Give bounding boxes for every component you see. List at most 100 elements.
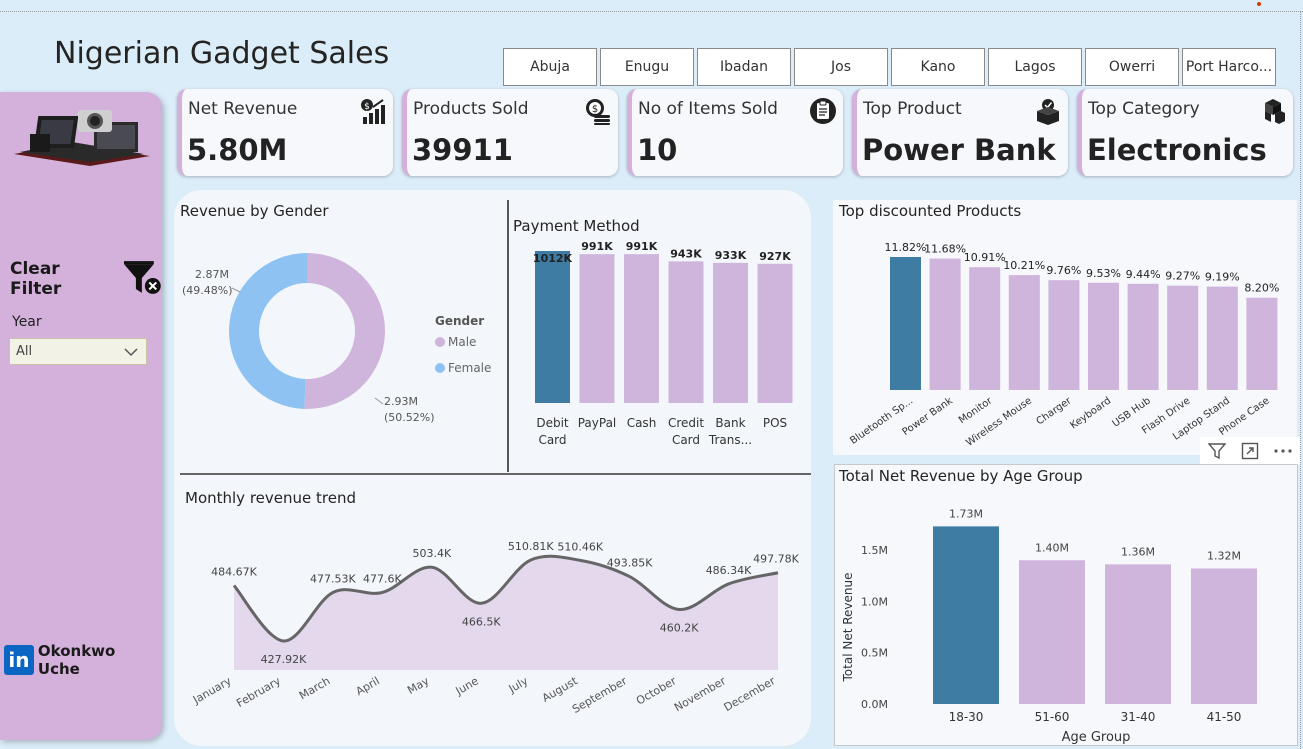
city-button-6[interactable]: Owerri <box>1085 48 1179 86</box>
payment-category-label-2-0: Cash <box>627 416 657 430</box>
month-axis-label-7: August <box>540 674 580 705</box>
age-category-label-2: 31-40 <box>1121 710 1156 724</box>
canvas-border-top <box>0 11 1303 12</box>
payment-bar-chart: 1012K Debit Card 991K PayPal 991K Cash 943K Cred… <box>533 240 793 447</box>
cubes-icon <box>1259 97 1287 129</box>
monthly-area-chart: 484.67K January 427.92K February 477.53K Marc… <box>190 540 800 716</box>
age-bar-1[interactable] <box>1019 560 1085 704</box>
discount-bar-8[interactable] <box>1206 286 1238 390</box>
age-chart-title: Total Net Revenue by Age Group <box>839 467 1083 485</box>
city-button-1[interactable]: Enugu <box>600 48 694 86</box>
revenue-chart-icon: $ <box>359 97 387 129</box>
kpi-card-products-sold: Products Sold 39911 $ <box>402 89 618 176</box>
age-bar-0[interactable] <box>933 526 999 704</box>
donut-slice-male[interactable] <box>304 253 385 409</box>
donut-slice-female[interactable] <box>228 253 307 409</box>
chevron-down-icon <box>124 347 138 356</box>
discount-data-label-1: 11.68% <box>924 243 966 256</box>
month-axis-label-6: July <box>506 674 531 696</box>
discount-bar-4[interactable] <box>1048 280 1080 390</box>
age-data-label-3: 1.32M <box>1207 549 1241 562</box>
gender-donut-chart: 2.93M (50.52%) 2.87M (49.48%) Gender Male Fema… <box>182 253 491 424</box>
city-button-2[interactable]: Ibadan <box>697 48 791 86</box>
trend-data-label-1: 427.92K <box>261 653 307 666</box>
coins-icon: $ <box>584 97 612 129</box>
svg-text:$: $ <box>364 102 370 112</box>
discount-bar-1[interactable] <box>929 258 961 390</box>
svg-text:$: $ <box>592 104 598 115</box>
kpi-card-top-category: Top Category Electronics <box>1077 89 1293 176</box>
kpi-label: Top Category <box>1088 99 1200 119</box>
payment-bar-4[interactable] <box>713 262 748 403</box>
city-button-3[interactable]: Jos <box>794 48 888 86</box>
discount-bar-6[interactable] <box>1127 283 1159 390</box>
discount-data-label-5: 9.53% <box>1086 267 1121 280</box>
payment-category-label-0-0: Debit <box>536 416 569 430</box>
trend-data-label-10: 486.34K <box>706 564 752 577</box>
filter-icon[interactable] <box>1204 438 1230 464</box>
product-box-icon <box>1034 97 1062 129</box>
kpi-label: Products Sold <box>413 99 529 119</box>
clear-filter-button[interactable]: Clear Filter <box>10 259 162 299</box>
trend-data-label-5: 466.5K <box>462 615 501 628</box>
trend-data-label-3: 477.6K <box>363 572 402 585</box>
discount-bar-3[interactable] <box>1008 275 1040 390</box>
kpi-label: Top Product <box>863 99 962 119</box>
monthly-chart-title: Monthly revenue trend <box>185 489 356 507</box>
year-label: Year <box>12 314 42 330</box>
payment-data-label-0: 1012K <box>533 252 573 265</box>
kpi-card-top-product: Top Product Power Bank <box>852 89 1068 176</box>
slice-label-female: 2.87M <box>195 268 229 281</box>
legend-title: Gender <box>435 314 484 328</box>
payment-bar-1[interactable] <box>579 254 615 403</box>
city-button-0[interactable]: Abuja <box>503 48 597 86</box>
payment-data-label-3: 943K <box>670 247 702 260</box>
trend-data-label-4: 503.4K <box>412 547 451 560</box>
age-category-label-1: 51-60 <box>1035 710 1070 724</box>
kpi-value: 39911 <box>412 133 513 167</box>
payment-bar-2[interactable] <box>624 254 659 403</box>
legend-label-male: Male <box>448 335 476 349</box>
age-bar-3[interactable] <box>1191 568 1257 704</box>
discount-bar-7[interactable] <box>1167 285 1199 390</box>
payment-bar-0[interactable] <box>535 251 570 403</box>
age-y-tick-3: 1.5M <box>861 544 888 557</box>
age-y-tick-1: 0.5M <box>861 647 888 660</box>
payment-bar-3[interactable] <box>668 261 704 403</box>
age-data-label-1: 1.40M <box>1035 541 1069 554</box>
discount-bar-2[interactable] <box>969 267 1001 390</box>
city-button-5[interactable]: Lagos <box>988 48 1082 86</box>
trend-data-label-2: 477.53K <box>310 573 356 586</box>
payment-bar-5[interactable] <box>757 263 793 403</box>
gender-chart-title: Revenue by Gender <box>180 202 329 220</box>
year-dropdown[interactable]: All <box>9 338 147 365</box>
discount-category-label-0: Bluetooth Sp... <box>848 395 915 446</box>
kpi-value: Power Bank <box>862 133 1056 167</box>
discount-bar-0[interactable] <box>890 257 921 390</box>
kpi-label: No of Items Sold <box>638 99 778 119</box>
city-button-4[interactable]: Kano <box>891 48 985 86</box>
discount-bar-5[interactable] <box>1088 282 1119 390</box>
age-data-label-0: 1.73M <box>949 507 983 520</box>
discount-bar-9[interactable] <box>1246 297 1278 390</box>
author-link[interactable]: in Okonkwo Uche <box>4 642 162 678</box>
trend-data-label-7: 510.46K <box>557 540 603 553</box>
focus-mode-icon[interactable] <box>1237 438 1263 464</box>
gadgets-image <box>14 110 150 166</box>
city-button-7[interactable]: Port Harco... <box>1182 48 1276 86</box>
age-bar-2[interactable] <box>1105 564 1171 704</box>
leader-line-male <box>374 397 384 405</box>
more-options-icon[interactable] <box>1270 438 1296 464</box>
discount-data-label-4: 9.76% <box>1046 264 1081 277</box>
age-data-label-2: 1.36M <box>1121 545 1155 558</box>
author-name: Okonkwo Uche <box>37 642 116 678</box>
slice-pct-female: (49.48%) <box>182 284 233 297</box>
payment-chart-title: Payment Method <box>513 217 640 235</box>
trend-data-label-0: 484.67K <box>211 566 257 579</box>
month-axis-label-10: November <box>672 674 728 714</box>
age-y-tick-0: 0.0M <box>861 698 888 711</box>
month-axis-label-1: February <box>234 674 283 710</box>
leader-line-female <box>231 287 241 293</box>
payment-data-label-5: 927K <box>759 250 791 263</box>
payment-category-label-5-0: POS <box>763 416 787 430</box>
